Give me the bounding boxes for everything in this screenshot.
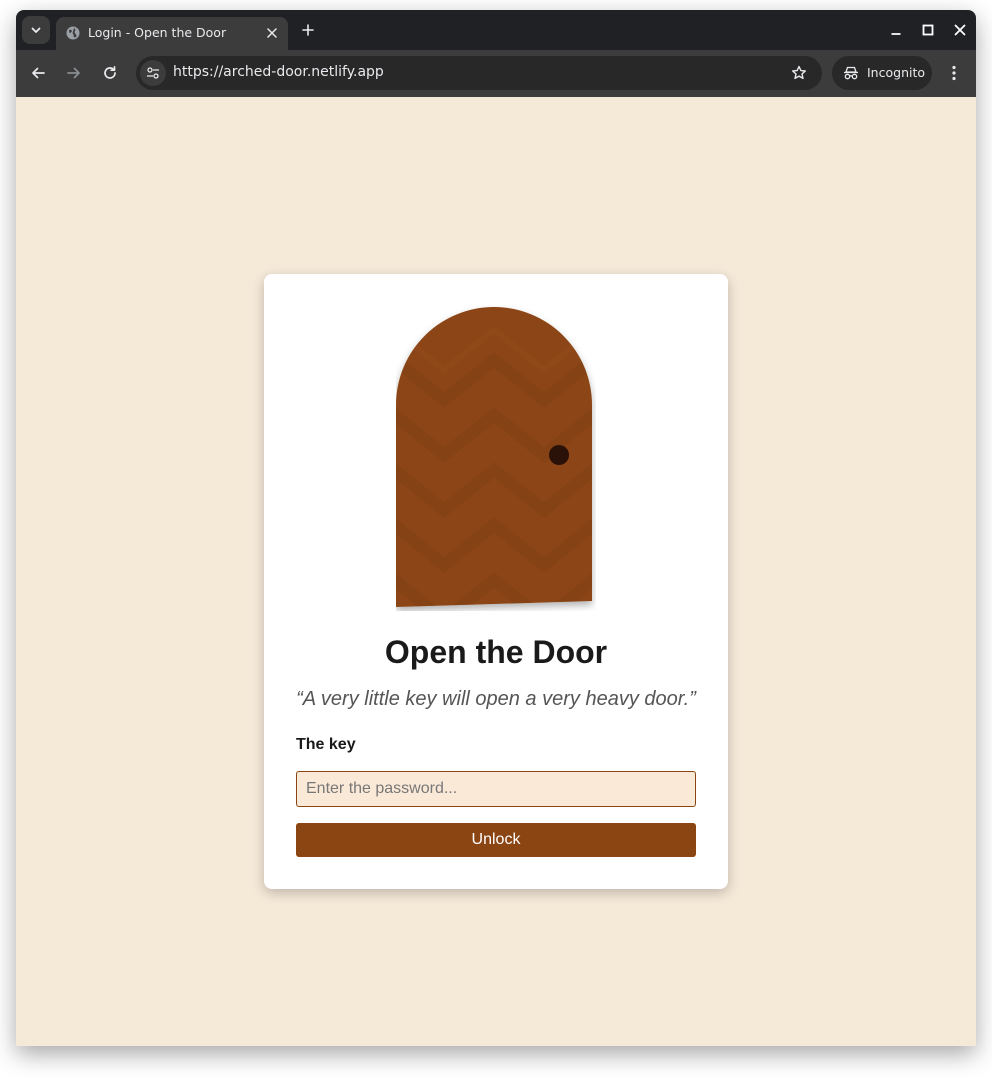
password-input[interactable] — [296, 771, 696, 807]
close-icon — [954, 24, 966, 36]
forward-button[interactable] — [63, 62, 85, 84]
tab-search-button[interactable] — [22, 16, 50, 44]
arched-door-icon — [396, 307, 592, 607]
browser-menu-button[interactable] — [944, 62, 964, 84]
incognito-icon — [844, 66, 858, 80]
close-window-button[interactable] — [950, 20, 970, 40]
arrow-right-icon — [67, 67, 80, 79]
door-illustration — [396, 305, 596, 611]
site-info-button[interactable] — [140, 60, 166, 86]
unlock-button[interactable]: Unlock — [296, 823, 696, 857]
password-label: The key — [296, 736, 356, 753]
new-tab-button[interactable] — [298, 20, 318, 40]
globe-icon — [66, 26, 80, 40]
star-icon — [792, 65, 806, 80]
incognito-label: Incognito — [867, 65, 926, 80]
incognito-indicator[interactable]: Incognito — [832, 56, 932, 90]
minimize-icon — [891, 33, 901, 35]
door-knob — [549, 445, 569, 465]
page-content: Open the Door “A very little key will op… — [16, 97, 976, 1046]
maximize-button[interactable] — [918, 20, 938, 40]
bookmark-button[interactable] — [790, 64, 808, 82]
close-icon — [267, 28, 277, 38]
tab-bar: Login - Open the Door — [16, 10, 976, 50]
plus-icon — [302, 24, 314, 36]
reload-button[interactable] — [99, 62, 121, 84]
more-vertical-icon — [952, 65, 956, 81]
address-bar[interactable]: https://arched-door.netlify.app — [136, 56, 822, 90]
active-tab[interactable]: Login - Open the Door — [56, 17, 288, 50]
browser-window: Login - Open the Door https://arched-doo… — [16, 10, 976, 1046]
tab-title: Login - Open the Door — [88, 25, 227, 40]
login-card: Open the Door “A very little key will op… — [264, 274, 728, 889]
tab-close-button[interactable] — [264, 25, 280, 41]
browser-toolbar: https://arched-door.netlify.app Incognit… — [16, 50, 976, 97]
page-title: Open the Door — [384, 634, 608, 670]
tune-icon — [147, 67, 159, 79]
reload-icon — [104, 65, 116, 79]
minimize-button[interactable] — [886, 20, 906, 40]
maximize-icon — [922, 24, 934, 36]
quote-text: “A very little key will open a very heav… — [296, 688, 696, 710]
chevron-down-icon — [31, 27, 41, 33]
url-text[interactable]: https://arched-door.netlify.app — [173, 64, 384, 80]
arrow-left-icon — [32, 67, 45, 79]
back-button[interactable] — [27, 62, 49, 84]
